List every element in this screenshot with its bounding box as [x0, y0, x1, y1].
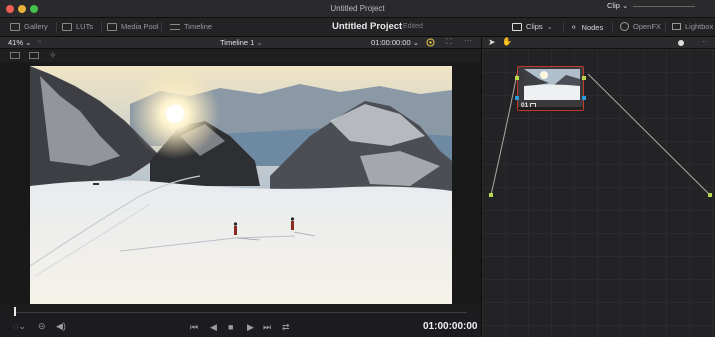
nodes-button[interactable]: ⚬ Nodes: [570, 22, 603, 33]
zoom-level[interactable]: 41% ⌄: [8, 38, 31, 47]
transport-controls: ◌⌄ ⊝ ◀) ⏮ ◀ ■ ▶ ⏭ ⇄ 01:00:00:00: [0, 317, 481, 337]
loop-playback-icon[interactable]: ⊝: [38, 321, 46, 332]
output-port[interactable]: [708, 193, 712, 197]
wipe-icon[interactable]: [29, 52, 39, 59]
node-key-input-port[interactable]: [515, 96, 519, 100]
timecode-selector[interactable]: 01:00:00:00 ⌄: [371, 38, 419, 47]
node-thumbnail: [524, 69, 580, 100]
go-to-end-icon[interactable]: ⏭: [263, 322, 271, 333]
highlight-icon[interactable]: [426, 38, 435, 47]
audio-scrub-icon[interactable]: ◌⌄: [13, 321, 26, 332]
expand-icon[interactable]: ⛶: [446, 37, 455, 46]
media-pool-icon: [107, 22, 117, 31]
viewer-panel: [0, 62, 481, 305]
video-frame-image: [30, 66, 452, 304]
node-mode-selector[interactable]: Clip ⌄: [607, 1, 628, 10]
split-view-icon[interactable]: [10, 52, 20, 59]
lightbox-icon: [672, 23, 681, 30]
project-title: Untitled Project: [332, 21, 403, 32]
page-toolbar: Gallery LUTs Media Pool Timeline Untitle…: [0, 18, 715, 37]
lightbox-button[interactable]: Lightbox: [672, 22, 713, 31]
node-output-port[interactable]: [582, 76, 586, 80]
luts-button[interactable]: LUTs: [62, 22, 93, 31]
current-timecode: 01:00:00:00: [423, 321, 478, 332]
loop-icon[interactable]: ⇄: [282, 322, 290, 333]
go-to-start-icon[interactable]: ⏮: [190, 322, 198, 333]
project-status: Edited: [403, 23, 423, 30]
viewer-subtoolbar: ✧: [0, 49, 481, 62]
media-pool-button[interactable]: Media Pool: [107, 22, 159, 31]
scopes-icon[interactable]: ✧: [49, 50, 57, 61]
hand-tool-icon[interactable]: ✋: [502, 37, 512, 46]
more-options-icon[interactable]: ···: [464, 36, 473, 45]
viewer-header: 41% ⌄ ▫ Timeline 1 ⌄ 01:00:00:00 ⌄ ⛶ ···: [0, 36, 481, 49]
gallery-button[interactable]: Gallery: [10, 22, 48, 31]
node-more-icon[interactable]: ··: [702, 37, 707, 46]
gallery-icon: [10, 22, 20, 31]
timeline-selector[interactable]: Timeline 1 ⌄: [220, 38, 263, 47]
timeline-button[interactable]: Timeline: [170, 22, 212, 31]
viewer-scrubber[interactable]: [0, 305, 481, 317]
node-input-port[interactable]: [515, 76, 519, 80]
timeline-icon: [170, 23, 180, 30]
stop-icon[interactable]: ■: [228, 322, 233, 332]
source-input-port[interactable]: [489, 193, 493, 197]
node-key-output-port[interactable]: [582, 96, 586, 100]
corrector-node-01[interactable]: 01: [515, 66, 586, 111]
volume-icon[interactable]: ◀): [56, 321, 66, 332]
luts-icon: [62, 22, 72, 31]
node-zoom-knob[interactable]: [678, 40, 684, 46]
pointer-tool-icon[interactable]: ➤: [488, 37, 496, 48]
video-frame[interactable]: [30, 66, 452, 304]
playhead[interactable]: [14, 307, 16, 316]
openfx-icon: [620, 22, 629, 31]
node-zoom-slider[interactable]: [633, 6, 695, 7]
openfx-button[interactable]: OpenFX: [620, 22, 661, 31]
nodes-icon: ⚬: [570, 22, 578, 32]
chevron-down-icon: ⌄: [546, 22, 553, 31]
clips-button[interactable]: Clips ⌄: [512, 22, 553, 31]
clips-icon: [512, 22, 522, 31]
play-icon[interactable]: ▶: [247, 322, 254, 333]
viewer-options-icon[interactable]: ▫: [38, 37, 47, 46]
reverse-play-icon[interactable]: ◀: [210, 322, 217, 333]
chevron-down-icon: ⌄: [256, 38, 263, 47]
